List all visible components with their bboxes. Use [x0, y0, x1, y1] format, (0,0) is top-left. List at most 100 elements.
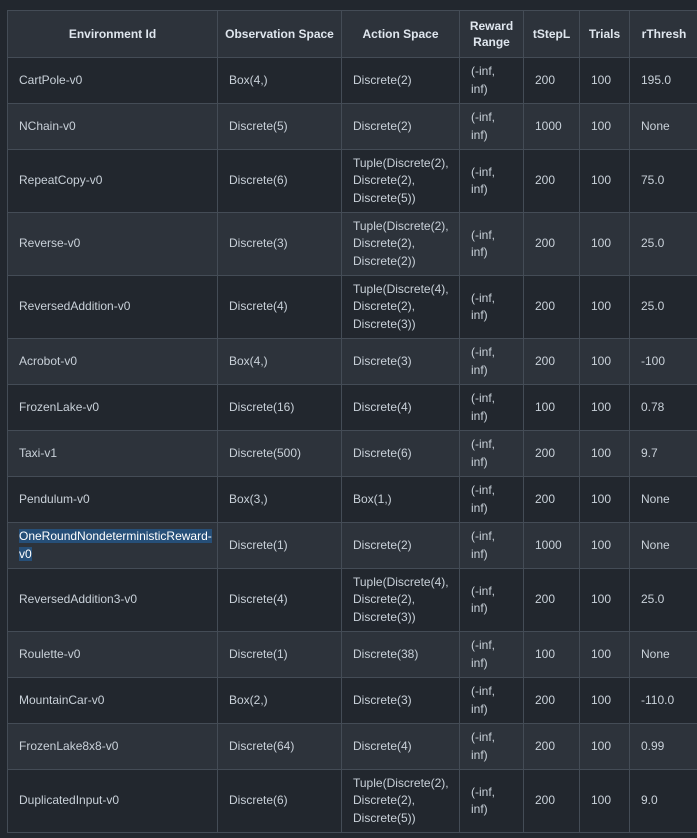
cell-reward-range: (-inf, inf) — [459, 677, 524, 724]
cell-trials: 100 — [579, 769, 630, 833]
table-row: ReversedAddition3-v0 Discrete(4) Tuple(Dis… — [7, 568, 697, 632]
page: Environment Id Observation Space Action Sp… — [0, 0, 697, 838]
reward-range-line: (-inf, — [471, 164, 495, 179]
cell-environment-id: CartPole-v0 — [7, 57, 218, 104]
cell-tstepl: 200 — [523, 476, 580, 523]
cell-reward-range: (-inf, inf) — [459, 568, 524, 632]
environment-id-text[interactable]: OneRoundNondeterministicReward- — [19, 529, 212, 543]
reward-range-line: (-inf, — [471, 483, 495, 497]
cell-observation-space: Discrete(6) — [217, 769, 342, 833]
table-row: DuplicatedInput-v0 Discrete(6) Tuple(Discr… — [7, 769, 697, 833]
action-space-line: Discrete(3)) — [353, 609, 416, 624]
cell-observation-space: Discrete(3) — [217, 212, 342, 276]
cell-action-space: Tuple(Discrete(2), Discrete(2), Discrete(5… — [341, 769, 460, 833]
table-row: Reverse-v0 Discrete(3) Tuple(Discrete(2), D… — [7, 212, 697, 276]
reward-range-line: (-inf, — [471, 730, 495, 744]
reward-range-line: inf) — [471, 454, 488, 469]
cell-trials: 100 — [579, 57, 630, 104]
cell-reward-range: (-inf, inf) — [459, 103, 524, 150]
environment-id-text: DuplicatedInput-v0 — [19, 793, 120, 808]
cell-rthresh: 9.0 — [629, 769, 697, 833]
action-space-line: Discrete(2), — [353, 236, 416, 251]
cell-environment-id: ReversedAddition-v0 — [7, 275, 218, 339]
cell-action-space: Discrete(3) — [341, 677, 460, 724]
cell-tstepl: 1000 — [523, 103, 580, 150]
action-space-line: Discrete(2), — [353, 592, 416, 607]
table-row: FrozenLake8x8-v0 Discrete(64) Discrete(4) (… — [7, 723, 697, 770]
cell-reward-range: (-inf, inf) — [459, 384, 524, 431]
table-row: Taxi-v1 Discrete(500) Discrete(6) (-inf, inf… — [7, 430, 697, 477]
action-space-line: Tuple(Discrete(4), — [353, 281, 449, 296]
cell-trials: 100 — [579, 430, 630, 477]
reward-range-line: (-inf, — [471, 391, 495, 405]
cell-reward-range: (-inf, inf) — [459, 149, 524, 213]
table-row: ReversedAddition-v0 Discrete(4) Tuple(Disc… — [7, 275, 697, 339]
environment-id-text: Acrobot-v0 — [19, 353, 78, 368]
cell-observation-space: Box(3,) — [217, 476, 342, 523]
cell-observation-space: Discrete(1) — [217, 522, 342, 569]
cell-reward-range: (-inf, inf) — [459, 275, 524, 339]
cell-tstepl: 100 — [523, 631, 580, 678]
reward-range-line: inf) — [471, 601, 488, 615]
header-reward-range: Reward Range — [459, 10, 524, 58]
cell-trials: 100 — [579, 522, 630, 569]
action-space-line: Discrete(2), — [353, 793, 416, 808]
environment-id-text[interactable]: v0 — [19, 546, 32, 561]
action-space-line: Tuple(Discrete(2), — [353, 775, 449, 790]
cell-tstepl: 200 — [523, 212, 580, 276]
cell-rthresh: None — [629, 631, 697, 678]
reward-range-line: (-inf, — [471, 437, 495, 451]
table-row: MountainCar-v0 Box(2,) Discrete(3) (-inf, in… — [7, 677, 697, 724]
reward-range-line: inf) — [471, 362, 488, 377]
header-environment-id: Environment Id — [7, 10, 218, 58]
cell-reward-range: (-inf, inf) — [459, 338, 524, 385]
action-space-line: Tuple(Discrete(4), — [353, 574, 449, 589]
cell-environment-id: OneRoundNondeterministicReward-v0 — [7, 522, 218, 569]
cell-rthresh: 0.78 — [629, 384, 697, 431]
cell-tstepl: 200 — [523, 57, 580, 104]
environment-id-text: Roulette-v0 — [19, 646, 81, 661]
action-space-line: Discrete(3) — [353, 353, 412, 368]
cell-action-space: Tuple(Discrete(4), Discrete(2), Discrete(3… — [341, 275, 460, 339]
cell-rthresh: 25.0 — [629, 568, 697, 632]
cell-rthresh: 195.0 — [629, 57, 697, 104]
cell-environment-id: Taxi-v1 — [7, 430, 218, 477]
cell-action-space: Box(1,) — [341, 476, 460, 523]
cell-action-space: Discrete(2) — [341, 522, 460, 569]
action-space-line: Tuple(Discrete(2), — [353, 155, 449, 170]
cell-action-space: Discrete(4) — [341, 384, 460, 431]
table-header-row: Environment Id Observation Space Action Sp… — [7, 10, 697, 58]
cell-reward-range: (-inf, inf) — [459, 522, 524, 569]
cell-trials: 100 — [579, 103, 630, 150]
reward-range-line: inf) — [471, 245, 488, 259]
cell-trials: 100 — [579, 631, 630, 678]
action-space-line: Discrete(2) — [353, 72, 412, 87]
cell-action-space: Tuple(Discrete(2), Discrete(2), Discrete(5… — [341, 149, 460, 213]
reward-range-line: (-inf, — [471, 784, 495, 799]
cell-tstepl: 200 — [523, 568, 580, 632]
cell-environment-id: RepeatCopy-v0 — [7, 149, 218, 213]
action-space-line: Discrete(3)) — [353, 316, 416, 331]
reward-range-line: inf) — [471, 655, 488, 670]
cell-environment-id: DuplicatedInput-v0 — [7, 769, 218, 833]
table-row: NChain-v0 Discrete(5) Discrete(2) (-inf, inf… — [7, 103, 697, 150]
environment-id-text: NChain-v0 — [19, 118, 76, 133]
cell-trials: 100 — [579, 476, 630, 523]
cell-tstepl: 200 — [523, 723, 580, 770]
table-body: CartPole-v0 Box(4,) Discrete(2) (-inf, inf) 2… — [7, 57, 697, 833]
reward-range-line: inf) — [471, 81, 488, 96]
cell-environment-id: ReversedAddition3-v0 — [7, 568, 218, 632]
cell-rthresh: -110.0 — [629, 677, 697, 724]
reward-range-line: (-inf, — [471, 64, 495, 78]
environments-table: Environment Id Observation Space Action Sp… — [7, 10, 697, 833]
header-tstepl: tStepL — [523, 10, 580, 58]
reward-range-line: inf) — [471, 127, 488, 142]
reward-range-line: (-inf, — [471, 529, 495, 543]
action-space-line: Discrete(2), — [353, 173, 416, 188]
cell-observation-space: Discrete(500) — [217, 430, 342, 477]
action-space-line: Discrete(2), — [353, 299, 416, 314]
reward-range-line: inf) — [471, 747, 488, 762]
reward-range-line: (-inf, — [471, 290, 495, 305]
cell-reward-range: (-inf, inf) — [459, 631, 524, 678]
cell-trials: 100 — [579, 149, 630, 213]
